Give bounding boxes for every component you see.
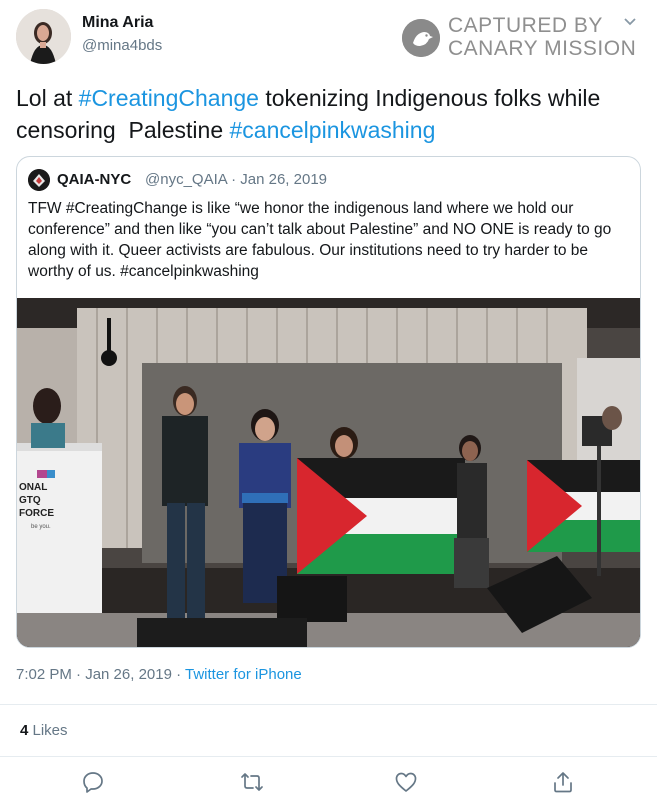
- palestinian-flag: [297, 458, 465, 574]
- watermark-line2: CANARY MISSION: [448, 37, 637, 60]
- quoted-author-avatar: [28, 169, 50, 191]
- podium-sign-line: ONAL: [19, 482, 47, 493]
- tweet-time-date[interactable]: 7:02 PM · Jan 26, 2019 ·: [16, 666, 185, 683]
- podium-sign-line: GTQ: [19, 495, 41, 506]
- hashtag-link[interactable]: #CreatingChange: [79, 85, 259, 111]
- share-icon[interactable]: [551, 770, 575, 794]
- canary-mission-watermark: CAPTURED BY CANARY MISSION: [402, 14, 642, 60]
- tweet-text: Lol at #CreatingChange tokenizing Indige…: [16, 82, 641, 146]
- quoted-author-name: QAIA-NYC: [57, 171, 132, 188]
- podium-sign-line: FORCE: [19, 508, 54, 519]
- chevron-down-icon[interactable]: [623, 14, 637, 26]
- like-icon[interactable]: [394, 770, 418, 794]
- palestinian-flag: [527, 460, 640, 552]
- hashtag-link[interactable]: #cancelpinkwashing: [230, 117, 436, 143]
- author-handle[interactable]: @mina4bds: [82, 37, 162, 54]
- likes-label: Likes: [28, 722, 68, 739]
- tweet-timestamp: 7:02 PM · Jan 26, 2019 · Twitter for iPh…: [16, 666, 302, 683]
- quoted-handle-date: @nyc_QAIA · Jan 26, 2019: [145, 171, 327, 188]
- quoted-tweet-text: TFW #CreatingChange is like “we honor th…: [28, 200, 612, 280]
- quoted-tweet-card[interactable]: QAIA-NYC @nyc_QAIA · Jan 26, 2019 TFW #C…: [16, 156, 641, 648]
- watermark-line1: CAPTURED BY: [448, 14, 603, 37]
- podium-sign-line: be you.: [31, 524, 51, 530]
- divider: [0, 704, 657, 705]
- retweet-icon[interactable]: [240, 770, 264, 794]
- reply-icon[interactable]: [81, 770, 105, 794]
- tweet-text-part: Lol at: [16, 85, 79, 111]
- author-name[interactable]: Mina Aria: [82, 14, 153, 32]
- canary-logo-icon: [402, 19, 440, 57]
- likes-count[interactable]: 4 Likes: [20, 722, 68, 739]
- quoted-tweet-photo[interactable]: ONAL GTQ FORCE be you.: [17, 298, 640, 647]
- divider: [0, 756, 657, 757]
- tweet-source-link[interactable]: Twitter for iPhone: [185, 666, 302, 683]
- author-avatar[interactable]: [16, 9, 71, 64]
